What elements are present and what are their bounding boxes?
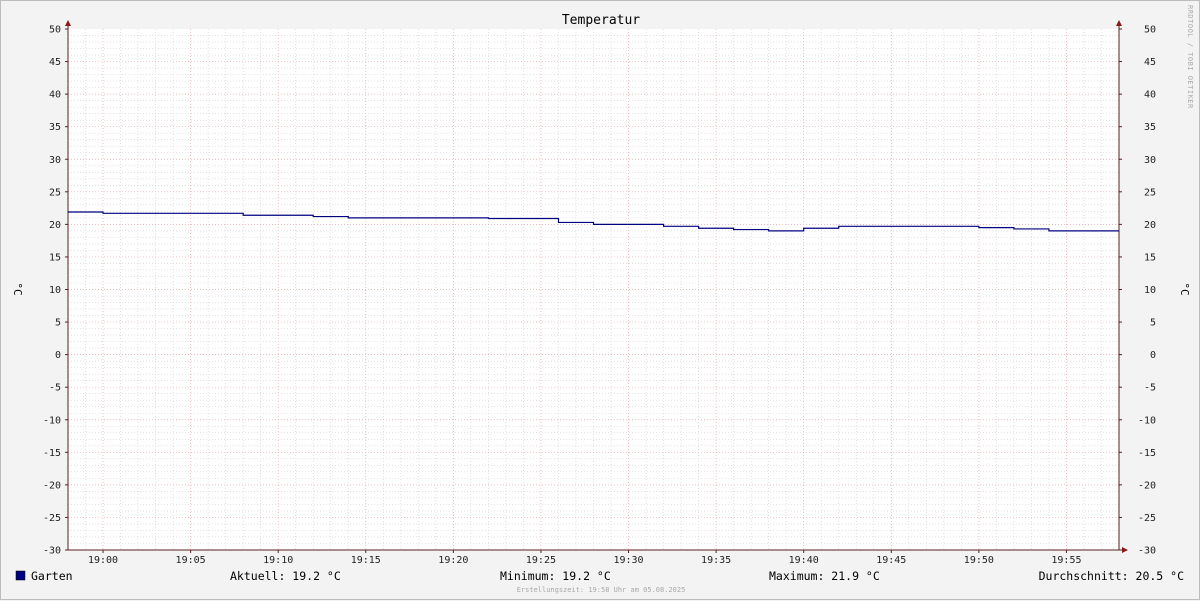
y-tick-label-right: 50 <box>1144 25 1156 36</box>
y-tick-label-right: 35 <box>1144 122 1156 133</box>
x-tick-label: 19:20 <box>438 555 468 566</box>
y-tick-label-left: -20 <box>43 480 61 491</box>
y-tick-label-right: -15 <box>1138 448 1156 459</box>
y-tick-label-right: -25 <box>1138 513 1156 524</box>
y-tick-label-right: 30 <box>1144 155 1156 166</box>
legend-average-value: Durchschnitt: 20.5 °C <box>1039 569 1184 583</box>
y-tick-label-left: -25 <box>43 513 61 524</box>
y-axis-left-labels: 50454035302520151050-5-10-15-20-25-30 <box>43 25 61 557</box>
y-tick-label-left: 30 <box>49 155 61 166</box>
legend-series-name: Garten <box>31 569 73 583</box>
legend-minimum-value: Minimum: 19.2 °C <box>500 569 611 583</box>
legend-current-value: Aktuell: 19.2 °C <box>230 569 341 583</box>
y-tick-label-right: 0 <box>1150 350 1156 361</box>
y-tick-label-left: -5 <box>49 383 61 394</box>
y-tick-label-right: -20 <box>1138 480 1156 491</box>
legend-maximum-value: Maximum: 21.9 °C <box>769 569 880 583</box>
y-tick-label-left: 25 <box>49 187 61 198</box>
x-tick-label: 19:15 <box>351 555 381 566</box>
y-tick-label-left: 15 <box>49 252 61 263</box>
y-tick-label-left: 45 <box>49 57 61 68</box>
x-tick-label: 19:00 <box>88 555 118 566</box>
y-tick-label-left: -15 <box>43 448 61 459</box>
y-tick-label-left: 0 <box>55 350 61 361</box>
y-tick-label-right: -5 <box>1144 383 1156 394</box>
x-tick-label: 19:25 <box>526 555 556 566</box>
y-tick-label-right: 15 <box>1144 252 1156 263</box>
y-tick-label-left: -10 <box>43 415 61 426</box>
y-tick-label-left: 50 <box>49 25 61 36</box>
temperature-chart: 50454035302520151050-5-10-15-20-25-30 50… <box>11 5 1194 594</box>
x-tick-label: 19:45 <box>876 555 906 566</box>
x-tick-label: 19:50 <box>964 555 994 566</box>
x-axis-labels: 19:00 19:05 19:10 19:15 19:20 19:25 19:30 19:35… <box>88 555 1082 566</box>
x-tick-label: 19:10 <box>263 555 293 566</box>
y-tick-label-right: 45 <box>1144 57 1156 68</box>
y-tick-label-right: 25 <box>1144 187 1156 198</box>
y-axis-right-unit: °C <box>1178 282 1191 295</box>
y-tick-label-right: 10 <box>1144 285 1156 296</box>
chart-title: Temperatur <box>562 13 640 28</box>
x-tick-label: 19:40 <box>789 555 819 566</box>
x-tick-label: 19:05 <box>176 555 206 566</box>
y-axis-right-labels: 50454035302520151050-5-10-15-20-25-30 <box>1138 25 1156 557</box>
x-tick-label: 19:30 <box>613 555 643 566</box>
x-tick-label: 19:35 <box>701 555 731 566</box>
y-tick-label-right: 20 <box>1144 220 1156 231</box>
legend-swatch-garten <box>15 570 26 581</box>
y-tick-label-right: -30 <box>1138 546 1156 557</box>
rrdtool-watermark: RRDTOOL / TOBI OETIKER <box>1186 5 1194 109</box>
x-tick-label: 19:55 <box>1051 555 1081 566</box>
y-tick-label-left: 35 <box>49 122 61 133</box>
x-axis-arrow <box>1122 547 1128 553</box>
y-tick-label-left: -30 <box>43 546 61 557</box>
y-axis-left-unit: °C <box>11 282 24 295</box>
y-axis-right-arrow <box>1116 20 1122 26</box>
y-tick-label-left: 5 <box>55 318 61 329</box>
y-tick-label-left: 20 <box>49 220 61 231</box>
chart-frame: 50 45 40 35 30 25 20 15 10 5 0 -5 -10 -15 -20 -25 -30 50… <box>0 0 1200 600</box>
y-tick-label-left: 10 <box>49 285 61 296</box>
y-tick-label-left: 40 <box>49 90 61 101</box>
y-tick-label-right: -10 <box>1138 415 1156 426</box>
y-tick-label-right: 5 <box>1150 318 1156 329</box>
creation-time-footer: Erstellungszeit: 19:58 Uhr am 05.08.2025 <box>517 586 686 594</box>
y-axis-left-arrow <box>65 20 71 26</box>
y-tick-label-right: 40 <box>1144 90 1156 101</box>
